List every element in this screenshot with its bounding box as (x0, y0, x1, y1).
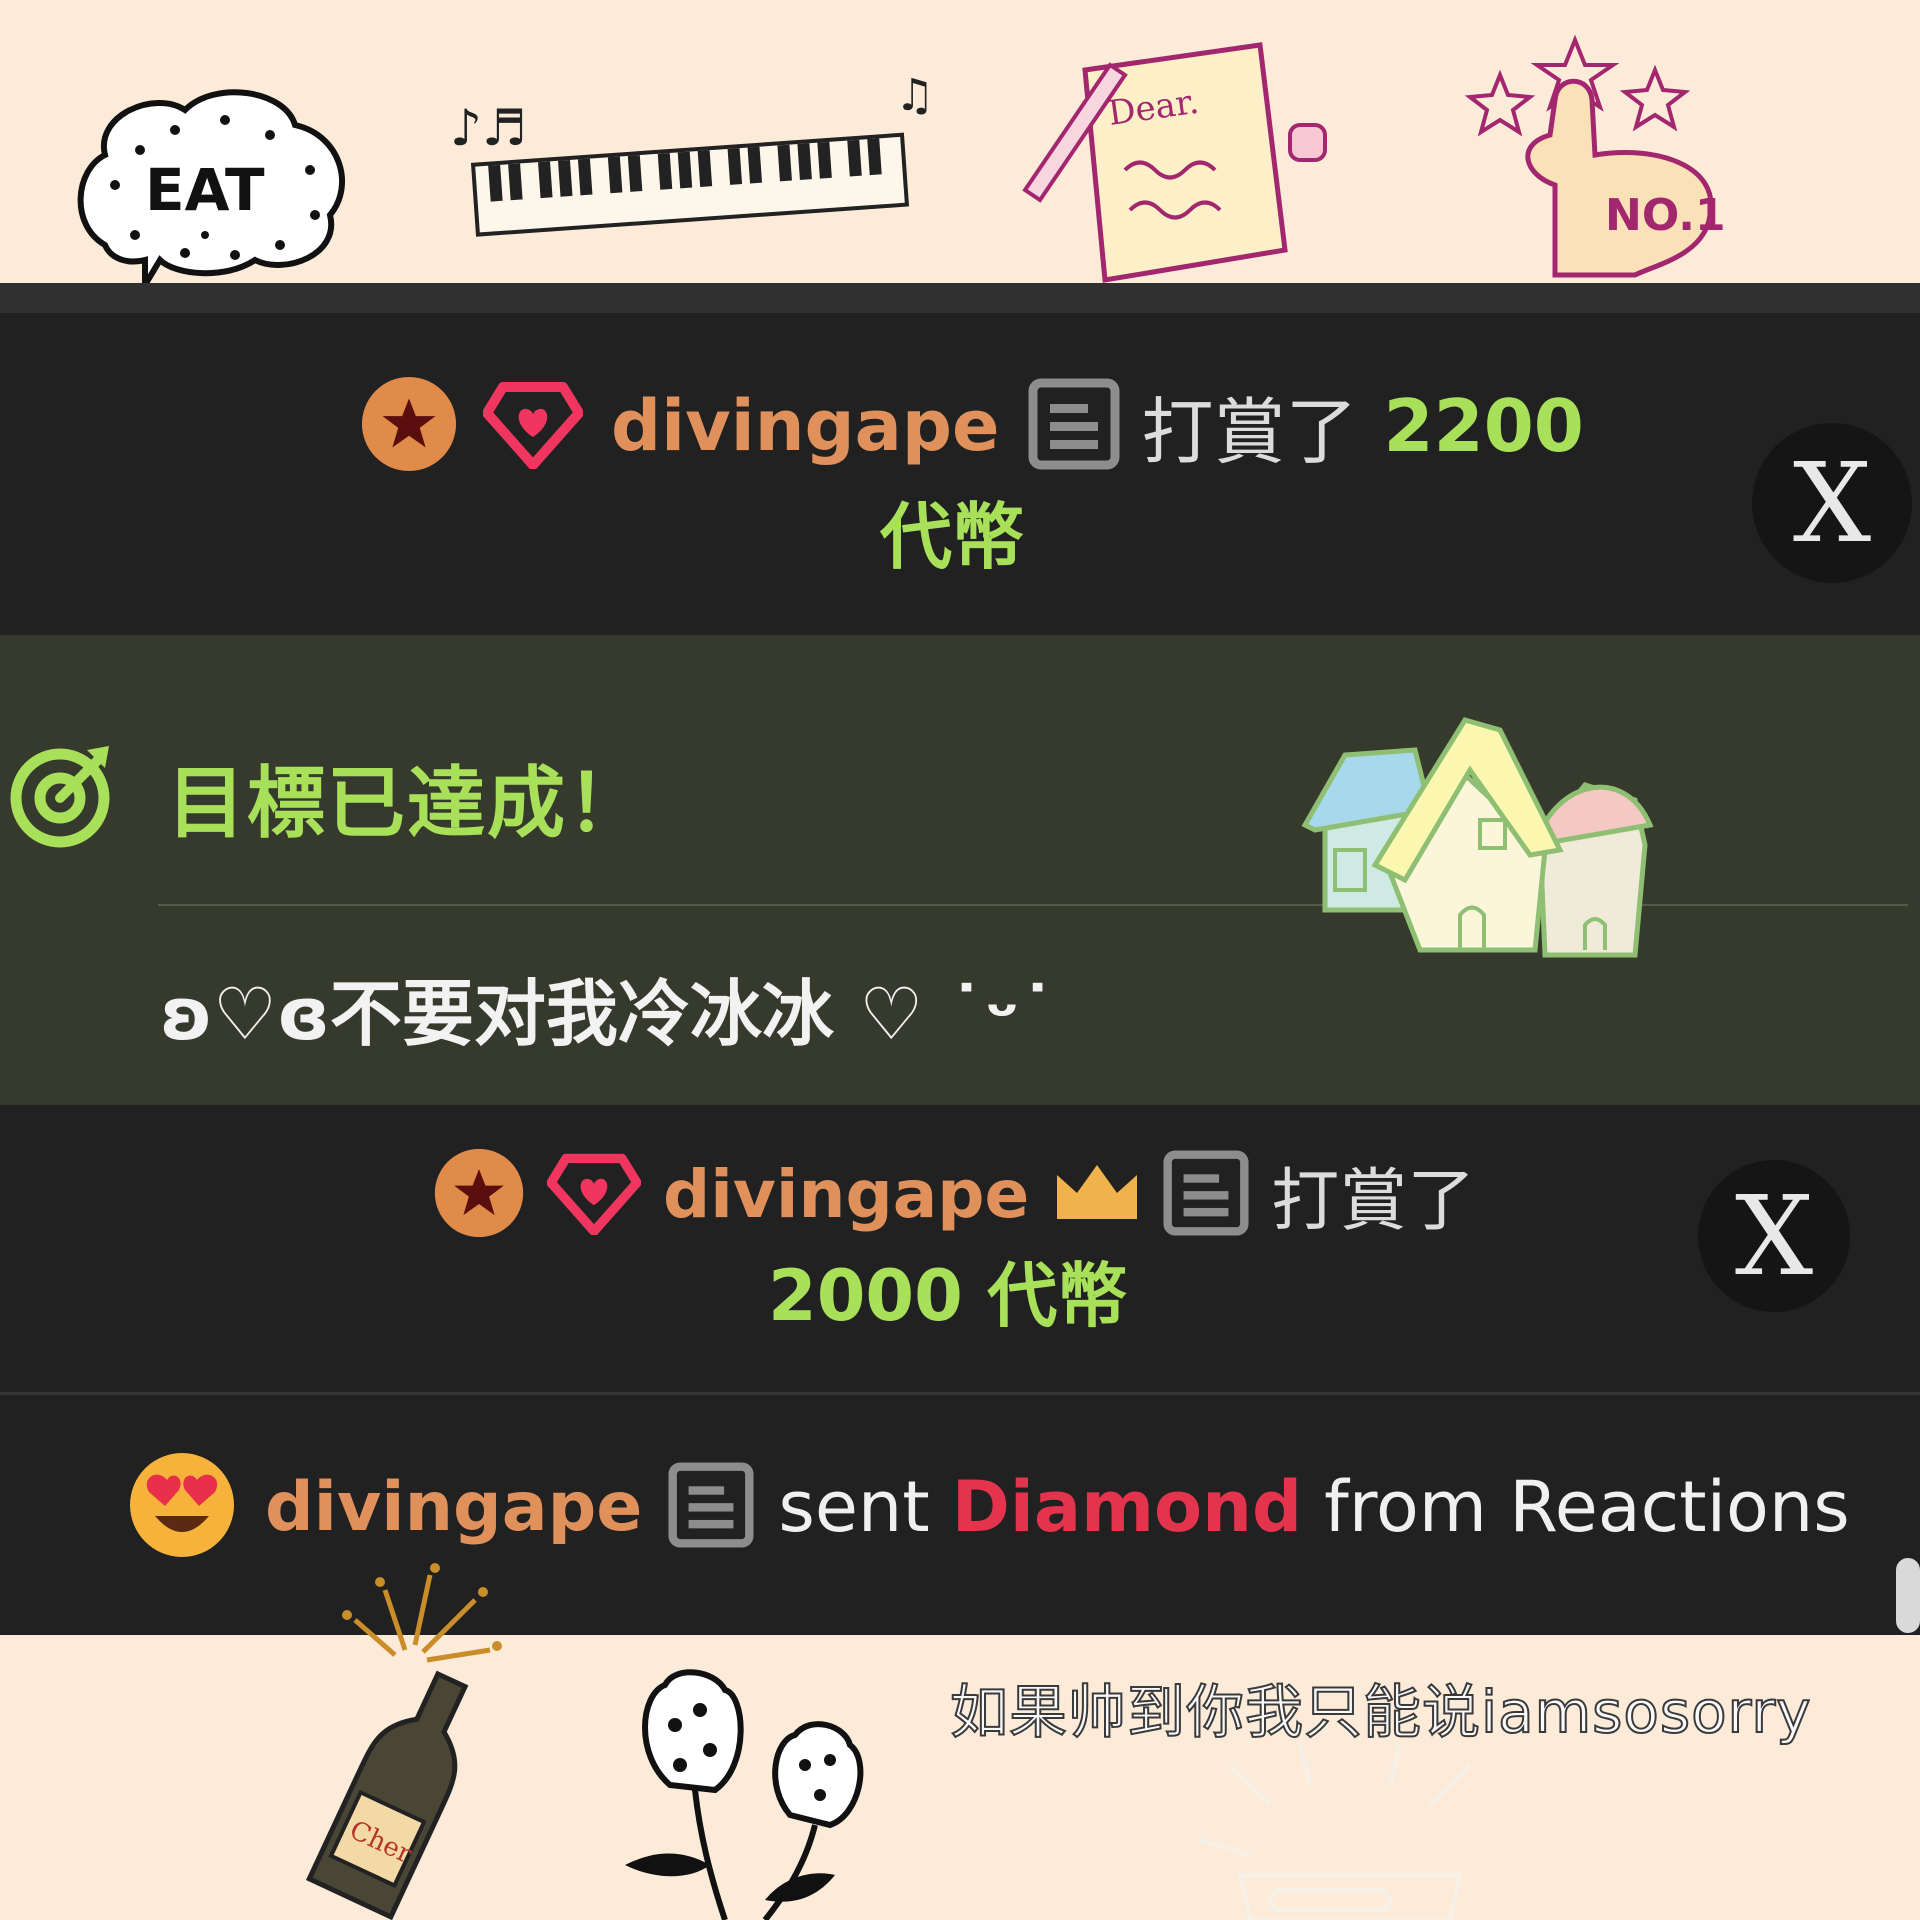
diamond-heart-icon (482, 379, 584, 473)
svg-text:♪♬: ♪♬ (450, 99, 527, 157)
document-icon (1163, 1149, 1249, 1240)
goal-reached-panel: 目標已達成！ ʚ♡ɞ不要对我冷冰冰 ♡ ˙ᵕ˙ (0, 635, 1920, 1105)
goal-title: 目標已達成！ (167, 759, 648, 849)
username[interactable]: divingape (265, 1468, 642, 1547)
crown-icon (1053, 1161, 1141, 1229)
star-badge-icon (360, 375, 458, 477)
source-label: from Reactions (1324, 1466, 1850, 1548)
eat-label: EAT (145, 156, 265, 224)
bottom-caption: 如果帅到你我只能说iamsosorry (949, 1677, 1812, 1747)
heart-eyes-emoji-icon (127, 1450, 237, 1564)
tip-event-2000: divingape 打賞了 2000 代幣 X (0, 1105, 1920, 1392)
tip-event-line: divingape 打賞了 2200 (360, 373, 1584, 478)
letter-and-pencil-sticker: Dear. (1015, 40, 1335, 290)
goal-message: ʚ♡ɞ不要对我冷冰冰 ♡ ˙ᵕ˙ (160, 972, 1056, 1056)
sent-label: sent (778, 1466, 930, 1548)
tip-currency: 代幣 (880, 495, 1025, 579)
doodle-cup-sticker (1190, 1745, 1520, 1920)
tip-amount: 2200 (1383, 383, 1584, 468)
tip-amount: 2000 代幣 (768, 1255, 1128, 1337)
tip-amount-line: 2000 代幣 (768, 1240, 1127, 1341)
document-icon (668, 1462, 754, 1552)
goal-message-line: ʚ♡ɞ不要对我冷冰冰 ♡ ˙ᵕ˙ (160, 955, 1056, 1060)
eat-speech-bubble-sticker: EAT (65, 75, 355, 290)
tip-event-2200: divingape 打賞了 2200 代幣 X (0, 283, 1920, 635)
number-one-foam-hand-sticker: NO.1 (1455, 25, 1745, 295)
goal-title-line: 目標已達成！ (5, 740, 647, 854)
tip-currency-line: 代幣 (880, 478, 1024, 583)
tulip-flowers-sticker (615, 1665, 895, 1920)
star-badge-icon (433, 1147, 525, 1243)
no1-label: NO.1 (1605, 190, 1726, 241)
x-icon: X (1734, 1172, 1814, 1300)
username[interactable]: divingape (611, 385, 1000, 467)
username[interactable]: divingape (663, 1156, 1029, 1233)
x-icon: X (1792, 439, 1872, 567)
close-button[interactable]: X (1752, 423, 1912, 583)
svg-text:♫: ♫ (895, 70, 930, 121)
diamond-heart-icon (546, 1151, 642, 1239)
close-button[interactable]: X (1698, 1160, 1850, 1312)
piano-keyboard-sticker: ♪♬ ♫ (440, 70, 930, 240)
houses-sticker (1295, 710, 1665, 980)
scrollbar[interactable] (1896, 1558, 1920, 1633)
target-icon (5, 740, 115, 854)
champagne-bottle-sticker: Cher (235, 1560, 535, 1920)
reaction-line: divingape sent Diamond from Reactions (127, 1450, 1850, 1564)
tip-action-label: 打賞了 (1271, 1162, 1476, 1241)
tip-event-line: divingape 打賞了 (433, 1145, 1475, 1244)
tip-action-label: 打賞了 (1141, 390, 1358, 474)
document-icon (1028, 378, 1120, 474)
gift-name: Diamond (951, 1466, 1303, 1548)
